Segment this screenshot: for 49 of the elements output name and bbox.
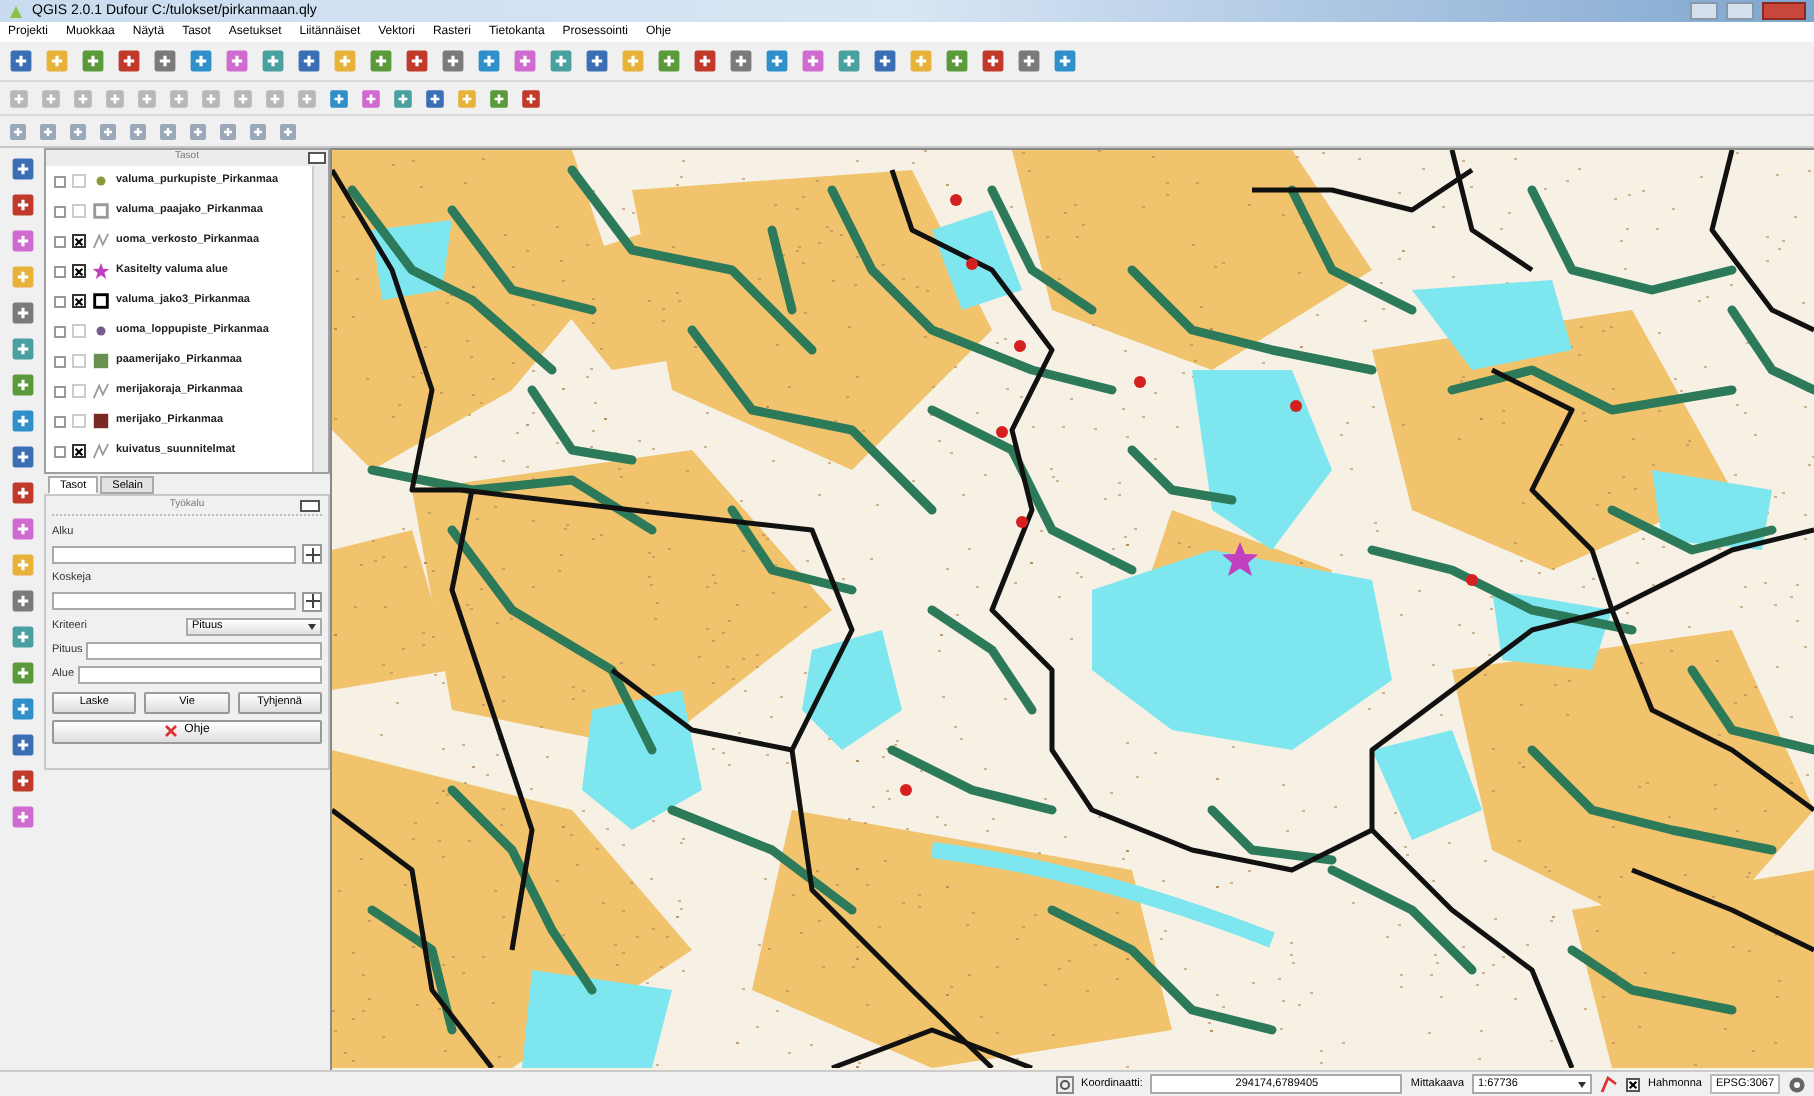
- collapse-toggle-icon[interactable]: [54, 205, 66, 217]
- collapse-toggle-icon[interactable]: [54, 175, 66, 187]
- point-marker: [966, 258, 978, 270]
- collapse-toggle-icon[interactable]: [54, 385, 66, 397]
- collapse-toggle-icon[interactable]: [54, 325, 66, 337]
- point-marker: [996, 426, 1008, 438]
- layer-checkbox[interactable]: [72, 264, 86, 278]
- stop-render-icon[interactable]: [1600, 1075, 1619, 1093]
- close-button[interactable]: [308, 152, 326, 164]
- close-button[interactable]: [300, 500, 320, 512]
- layer-checkbox[interactable]: [72, 234, 86, 248]
- collapse-toggle-icon[interactable]: [54, 355, 66, 367]
- minimize-button[interactable]: [1690, 2, 1718, 20]
- add-button[interactable]: [302, 544, 322, 565]
- input-field[interactable]: [52, 592, 296, 610]
- star-marker: [1222, 542, 1258, 576]
- coordinate-toggle-icon[interactable]: [1055, 1075, 1074, 1093]
- input-field[interactable]: [52, 545, 296, 564]
- caret-icon: [308, 623, 316, 629]
- scrollbar[interactable]: [312, 166, 328, 472]
- stream-line: [927, 605, 1037, 715]
- input-field[interactable]: [78, 665, 322, 683]
- point-marker: [1466, 574, 1478, 586]
- collapse-toggle-icon[interactable]: [54, 415, 66, 427]
- render-checkbox[interactable]: [1626, 1077, 1641, 1091]
- point-marker: [950, 194, 962, 206]
- layer-checkbox[interactable]: [72, 294, 86, 308]
- help-icon: [164, 724, 179, 738]
- collapse-toggle-icon[interactable]: [54, 235, 66, 247]
- point-marker: [1290, 400, 1302, 412]
- input-field[interactable]: [86, 641, 322, 659]
- lake: [932, 210, 1022, 310]
- caret-icon: [1578, 1081, 1587, 1087]
- add-button[interactable]: [302, 591, 322, 611]
- layer-checkbox[interactable]: [72, 444, 86, 458]
- point-marker: [1016, 516, 1028, 528]
- point-marker: [900, 784, 912, 796]
- point-marker: [1014, 340, 1026, 352]
- collapse-toggle-icon[interactable]: [54, 445, 66, 457]
- maximize-button[interactable]: [1726, 2, 1754, 20]
- collapse-toggle-icon[interactable]: [54, 295, 66, 307]
- point-marker: [1134, 376, 1146, 388]
- lake: [372, 220, 452, 300]
- lake: [802, 630, 902, 750]
- collapse-toggle-icon[interactable]: [54, 265, 66, 277]
- lake: [582, 690, 702, 830]
- lake: [1492, 590, 1612, 670]
- messages-icon[interactable]: [1788, 1075, 1806, 1093]
- lake: [1652, 470, 1772, 550]
